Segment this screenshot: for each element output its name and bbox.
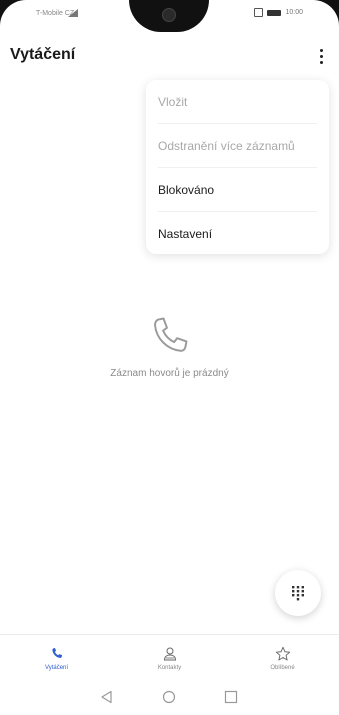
dialpad-button[interactable] <box>275 570 321 616</box>
page-title: Vytáčení <box>10 46 76 63</box>
battery-icon <box>267 9 282 16</box>
nav-label: Oblíbené <box>270 664 295 671</box>
phone-icon <box>51 647 62 658</box>
system-nav-bar <box>0 682 339 715</box>
overflow-menu: Vložit Odstranění více záznamů Blokováno… <box>146 80 329 254</box>
clock: 10:00 <box>285 9 303 16</box>
nav-item-dialer[interactable]: Vytáčení <box>0 635 113 681</box>
menu-item-settings[interactable]: Nastavení <box>158 212 317 255</box>
more-vertical-icon[interactable] <box>311 44 331 68</box>
nfc-icon <box>254 8 264 17</box>
phone-icon <box>153 317 187 352</box>
menu-item-delete-multiple[interactable]: Odstranění více záznamů <box>158 124 317 168</box>
nav-item-contacts[interactable]: Kontakty <box>113 635 226 681</box>
menu-item-blocked[interactable]: Blokováno <box>158 168 317 212</box>
contacts-icon <box>163 647 176 660</box>
nav-label: Kontakty <box>157 664 182 671</box>
nav-item-favorites[interactable]: Oblíbené <box>226 635 339 681</box>
empty-state-text: Záznam hovorů je prázdný <box>110 368 229 379</box>
front-camera <box>162 8 176 22</box>
back-icon[interactable] <box>100 690 114 704</box>
bottom-nav: Vytáčení Kontakty Oblíbené <box>0 634 339 681</box>
status-icons: 10:00 <box>254 8 303 17</box>
signal-icon <box>68 9 78 17</box>
empty-state: Záznam hovorů je prázdný <box>0 312 339 379</box>
home-icon[interactable] <box>162 690 176 704</box>
recents-icon[interactable] <box>224 690 238 704</box>
status-bar: T-Mobile CZ 10:00 <box>0 0 339 32</box>
nav-label: Vytáčení <box>44 664 69 671</box>
star-icon <box>275 646 290 660</box>
menu-item-paste[interactable]: Vložit <box>158 80 317 124</box>
dialpad-icon <box>292 586 304 601</box>
